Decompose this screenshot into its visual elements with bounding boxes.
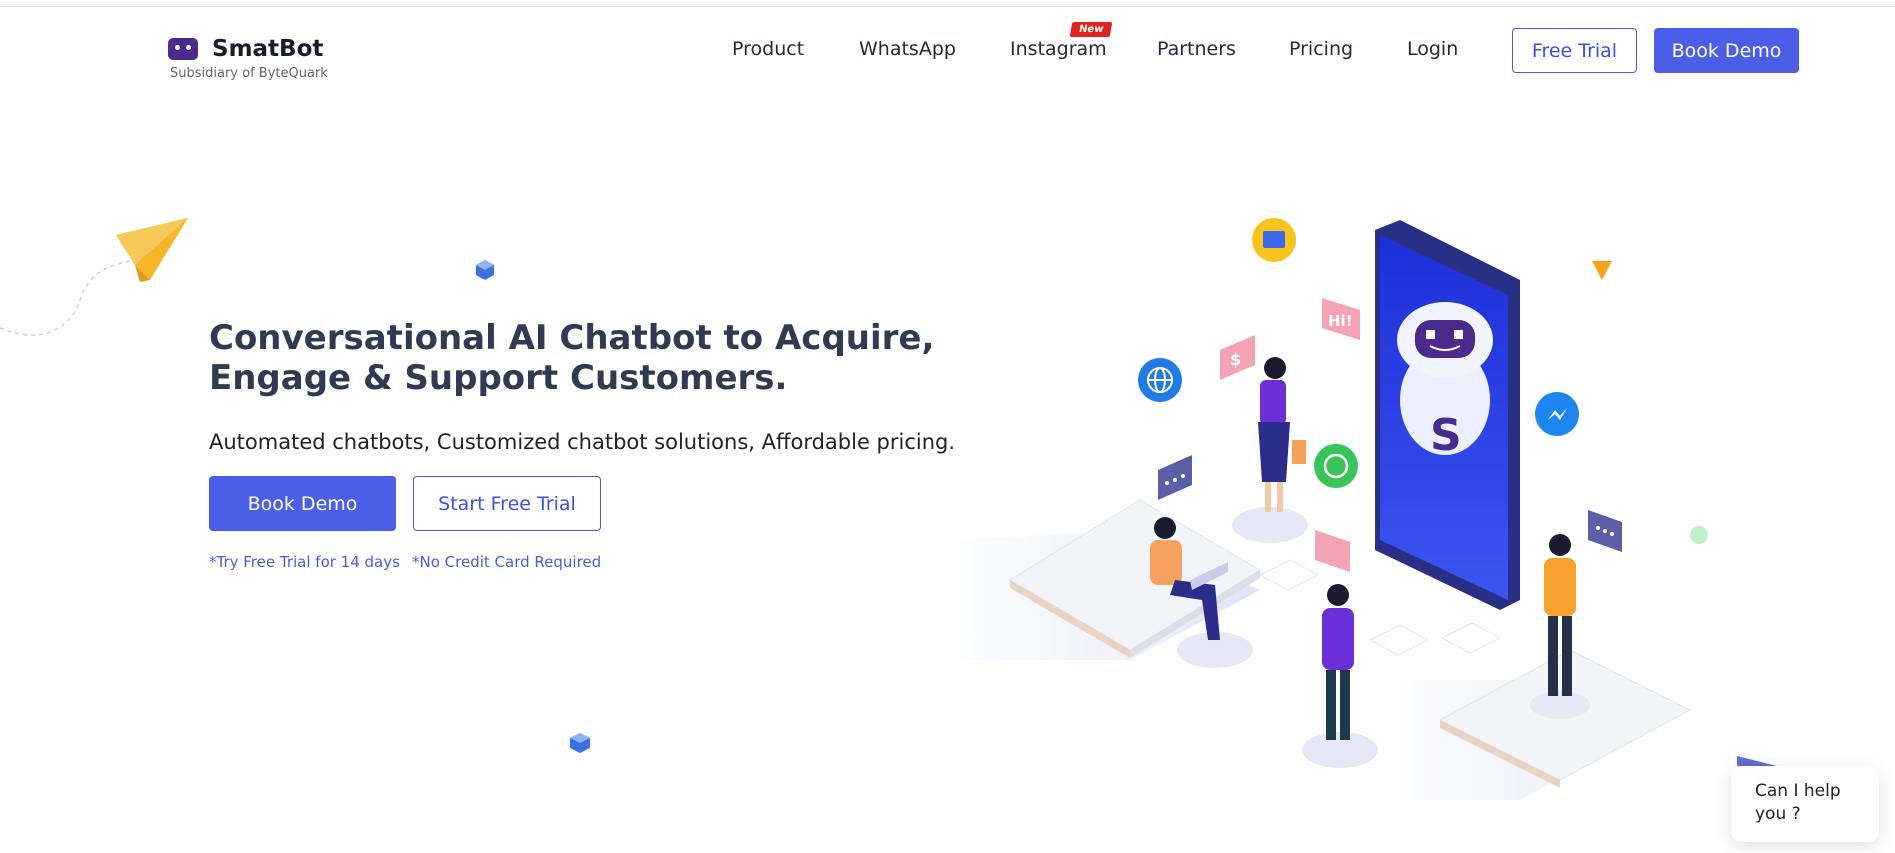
hero-title: Conversational AI Chatbot to Acquire, En… xyxy=(209,318,935,398)
trial-note: *Try Free Trial for 14 days xyxy=(209,553,400,571)
nav-item-instagram[interactable]: Instagram xyxy=(1010,38,1107,60)
hero-book-demo-button[interactable]: Book Demo xyxy=(209,476,396,531)
whatsapp-icon xyxy=(1314,444,1358,488)
diamond-deco xyxy=(1440,622,1502,654)
chat-help-widget[interactable]: Can I help you ? xyxy=(1731,766,1879,842)
messenger-icon xyxy=(1535,392,1579,436)
pink-bubble-icon xyxy=(1315,530,1350,572)
brand-subtitle: Subsidiary of ByteQuark xyxy=(170,66,328,81)
hero-start-trial-button[interactable]: Start Free Trial xyxy=(413,476,601,531)
header-free-trial-button[interactable]: Free Trial xyxy=(1512,28,1637,73)
diamond-deco xyxy=(1258,559,1320,591)
svg-text:Hi!: Hi! xyxy=(1328,312,1353,330)
nav-item-product[interactable]: Product xyxy=(732,38,804,60)
paper-plane-icon xyxy=(0,218,188,336)
svg-text:$: $ xyxy=(1230,350,1241,369)
woman-figure xyxy=(1232,357,1308,543)
brand-name: SmatBot xyxy=(212,36,324,62)
chat-bubble-icon-right xyxy=(1588,510,1622,552)
nav-item-login[interactable]: Login xyxy=(1407,38,1458,60)
site-header: SmatBot Subsidiary of ByteQuark Product … xyxy=(0,0,1895,100)
browser-icon xyxy=(1252,218,1296,262)
chat-bubble-icon-left xyxy=(1158,455,1192,500)
cube-icon xyxy=(476,260,494,280)
new-badge: New xyxy=(1069,22,1113,37)
header-book-demo-button[interactable]: Book Demo xyxy=(1654,28,1799,73)
nav-item-whatsapp[interactable]: WhatsApp xyxy=(859,38,956,60)
cube-icon-bottom xyxy=(570,733,590,753)
svg-text:S: S xyxy=(1430,410,1462,461)
hero-illustration: S Hi! $ xyxy=(960,218,1692,800)
robot-logo-icon xyxy=(168,38,198,60)
standing-man-figure xyxy=(1302,584,1378,768)
no-card-note: *No Credit Card Required xyxy=(412,553,602,571)
dollar-bubble-icon: $ xyxy=(1220,335,1255,380)
nav-item-partners[interactable]: Partners xyxy=(1157,38,1236,60)
globe-icon xyxy=(1138,358,1182,402)
chat-widget-pointer xyxy=(1737,756,1777,766)
hero-subtitle: Automated chatbots, Customized chatbot s… xyxy=(209,430,956,454)
diamond-deco xyxy=(1368,624,1430,656)
nav-item-pricing[interactable]: Pricing xyxy=(1289,38,1353,60)
brand-logo[interactable]: SmatBot xyxy=(168,36,323,62)
hi-bubble-icon: Hi! xyxy=(1322,298,1360,340)
